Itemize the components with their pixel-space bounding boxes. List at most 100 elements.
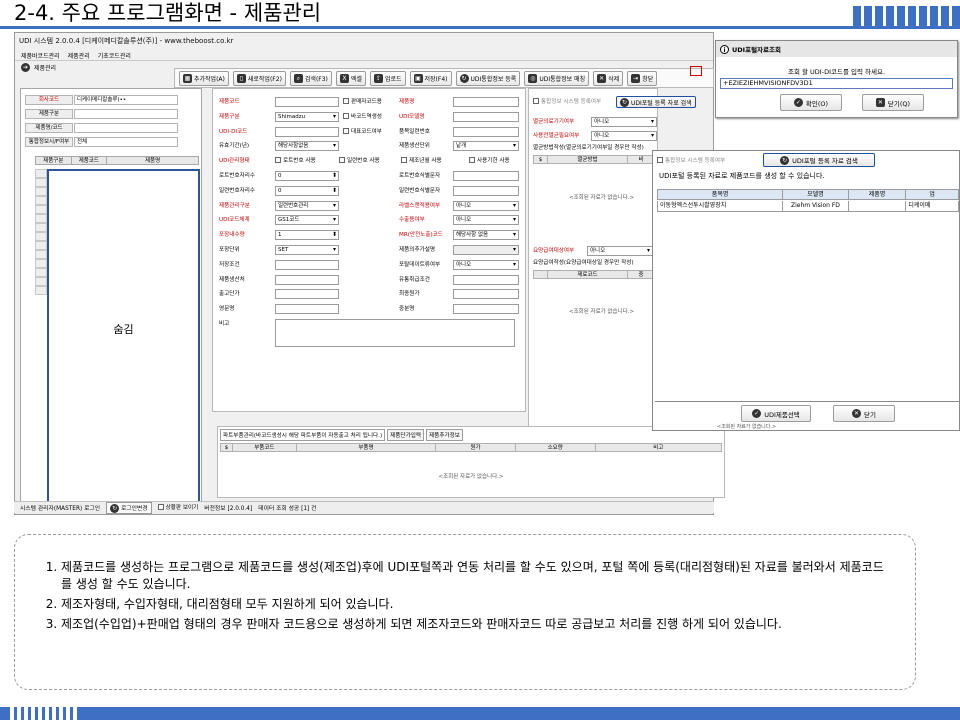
grid-row-header[interactable]	[35, 277, 47, 286]
grid-row-header[interactable]	[35, 232, 47, 241]
grid-row-header[interactable]	[35, 223, 47, 232]
form2-field-8[interactable]: 해당사항 없음	[453, 230, 519, 241]
grid-row-header[interactable]	[35, 241, 47, 250]
company-input[interactable]: 디케이메디칼솔루(••	[74, 95, 178, 105]
form-field-12[interactable]	[275, 274, 339, 285]
add-button[interactable]: ▦ 추가작업(A)	[179, 70, 229, 86]
tab-price[interactable]: 제품단가입력	[387, 429, 425, 441]
check-0[interactable]: 판매자코드용	[343, 97, 382, 107]
grid-row-header[interactable]	[35, 178, 47, 187]
save-button[interactable]: ▣ 저장(F4)	[409, 70, 452, 86]
form-label-6: 일련번호자리수	[219, 187, 256, 194]
arrow-right-icon[interactable]: ➔	[21, 62, 30, 72]
form2-label-5: 일련번호식별문자	[399, 187, 441, 194]
form-field-3[interactable]: 해당사항없음	[275, 141, 339, 152]
form-field-2[interactable]	[275, 126, 339, 137]
sterile-select[interactable]: 아니오	[591, 117, 657, 127]
grid-row-header[interactable]	[35, 196, 47, 205]
form2-field-6[interactable]: 아니오	[453, 200, 519, 211]
use-check-0[interactable]: 로트번호 사용	[275, 156, 316, 166]
form2-label-1: UDI모델명	[399, 113, 425, 120]
result-integrated-check[interactable]: 통합정보 시스템 등록여부	[657, 156, 725, 166]
delete-button[interactable]: ✕ 삭제	[593, 70, 624, 86]
form-field-11[interactable]	[275, 259, 339, 270]
close-window-button[interactable]: ⇥ 창닫	[627, 70, 658, 86]
tab-parts[interactable]: 파트부품관리(바코드생성시 해당 파트부품이 자동출고 처리 됩니다.)	[220, 429, 386, 441]
menu-basecode[interactable]: 기초코드관리	[98, 51, 131, 60]
match-icon: ◎	[528, 73, 538, 83]
check-2[interactable]: 대표코드여부	[343, 127, 382, 137]
form-label-15: 비고	[219, 321, 230, 327]
portal-search-button[interactable]: ↻ UDI포털 등록 자료 검색	[616, 96, 696, 108]
ok-button[interactable]: ✓ 확인(O)	[780, 94, 842, 111]
close-button[interactable]: ✕ 닫기(Q)	[862, 94, 924, 111]
form-field-1[interactable]: Shimadzu	[275, 111, 339, 122]
form2-field-11[interactable]	[453, 274, 519, 285]
form-field-7[interactable]: 일련번호관리	[275, 200, 339, 211]
form2-field-9[interactable]	[453, 245, 519, 255]
form2-label-9: 제품의추가설명	[399, 247, 436, 253]
info-icon: i	[720, 44, 729, 54]
tab-product[interactable]: 제품관리	[34, 63, 56, 72]
integrated-check[interactable]: 통합정보 시스템 등록여부	[533, 97, 601, 107]
form-field-13[interactable]	[275, 289, 339, 300]
tab-extra[interactable]: 제품추가정보	[426, 429, 463, 441]
insurance-empty: <조회된 자료가 없습니다.>	[569, 309, 635, 315]
udi-match-button[interactable]: ◎ UDI통합정보 매칭	[524, 70, 590, 86]
form-field-5[interactable]: 0	[275, 171, 339, 181]
form-field-8[interactable]: GS1코드	[275, 215, 339, 226]
form2-field-10[interactable]: 아니오	[453, 259, 519, 270]
grid-row-header[interactable]	[35, 286, 47, 295]
form2-label-0: 제품명	[399, 99, 415, 105]
form2-field-5[interactable]	[453, 185, 519, 196]
use-check-1[interactable]: 일련번호 사용	[339, 156, 380, 166]
integrated-select[interactable]: 전체	[74, 137, 178, 147]
insurance-select[interactable]: 아니오	[587, 246, 653, 256]
result-close-button[interactable]: ✕ 닫기	[833, 405, 895, 422]
form-field-6[interactable]: 0	[275, 185, 339, 196]
form2-label-10: 포탈데이트류여부	[399, 261, 441, 268]
form2-field-12[interactable]	[453, 289, 519, 300]
type-select[interactable]	[74, 109, 178, 119]
form-label-0: 제품코드	[219, 99, 240, 105]
form2-field-0[interactable]	[453, 97, 519, 107]
form-field-0[interactable]	[275, 97, 339, 107]
menu-product[interactable]: 제품관리	[68, 51, 90, 60]
label-insurance-note: 요양급여작성(요양급여대상일 경우만 작성)	[533, 260, 634, 266]
name-input[interactable]	[74, 123, 178, 133]
form2-field-1[interactable]	[453, 111, 519, 122]
excel-button[interactable]: X 엑셀	[335, 70, 366, 86]
use-check-2[interactable]: 제조년월 사용	[401, 156, 442, 166]
use-check-3[interactable]: 사용기한 사용	[469, 156, 510, 166]
login-change-button[interactable]: ↻ 로그인변경	[106, 501, 152, 514]
grid-row-header[interactable]	[35, 187, 47, 196]
grid-row-header[interactable]	[35, 205, 47, 214]
result-search-button[interactable]: ↻ UDI포털 등록 자료 검색	[763, 153, 875, 167]
grid-row-header[interactable]	[35, 169, 47, 178]
udi-register-button[interactable]: ↻ UDI통합정보 등록	[455, 70, 521, 86]
form2-field-2[interactable]	[453, 126, 519, 137]
presterile-select[interactable]: 아니오	[591, 131, 657, 141]
udi-select-button[interactable]: ✓ UDI제품선택	[741, 405, 811, 422]
search-button[interactable]: ⌕ 검색(F3)	[289, 70, 332, 86]
form2-field-4[interactable]	[453, 171, 519, 181]
form2-field-7[interactable]: 아니오	[453, 215, 519, 226]
form-field-15[interactable]	[275, 319, 515, 347]
check-1[interactable]: 바코드역생성	[343, 112, 382, 122]
menu-barcode[interactable]: 제품바코드관리	[21, 51, 60, 60]
grid-icon: ▦	[183, 73, 192, 83]
result-row[interactable]: 이동형엑스선투시촬영장치 Ziehm Vision FD 디케이메	[657, 201, 959, 212]
form-field-10[interactable]: SET	[275, 245, 339, 255]
udi-di-input[interactable]: +EZIEZIEHMVISIONFDV3D1	[720, 78, 953, 89]
dashboard-toggle[interactable]: 상황판 보이기	[157, 503, 198, 513]
upload-button[interactable]: ⇪ 업로드	[369, 70, 406, 86]
form2-field-3[interactable]: 낱개	[453, 141, 519, 152]
form2-field-13[interactable]	[453, 304, 519, 315]
grid-row-header[interactable]	[35, 268, 47, 277]
grid-row-header[interactable]	[35, 259, 47, 268]
form-field-14[interactable]	[275, 304, 339, 315]
grid-row-header[interactable]	[35, 214, 47, 223]
form-field-9[interactable]: 1	[275, 230, 339, 241]
grid-row-header[interactable]	[35, 250, 47, 259]
new-button[interactable]: ▯ 새로작업(F2)	[232, 70, 286, 86]
